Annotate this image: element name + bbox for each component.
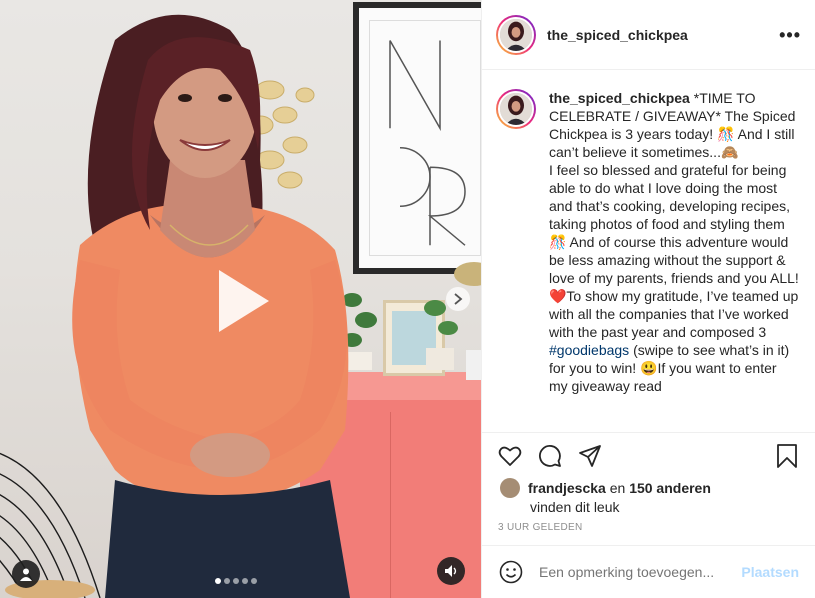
post-media[interactable] (0, 0, 481, 598)
caption-text: the_spiced_chickpea *TIME TO CELEBRATE /… (549, 89, 799, 395)
hashtag-link[interactable]: #goodiebags (549, 342, 629, 358)
post-header: the_spiced_chickpea ••• (482, 0, 815, 70)
caption-part-2: I feel so blessed and grateful for being… (549, 162, 799, 340)
avatar[interactable] (496, 14, 536, 55)
bookmark-icon[interactable] (773, 442, 801, 470)
carousel-dot (242, 578, 248, 584)
heart-icon[interactable] (496, 442, 524, 470)
comment-bar: Plaatsen (482, 545, 815, 598)
post-comment-button[interactable]: Plaatsen (741, 564, 799, 580)
comment-input[interactable] (539, 564, 742, 580)
lamp (454, 262, 481, 380)
post-details-panel: the_spiced_chickpea ••• the_spiced_chick… (481, 0, 815, 598)
play-icon[interactable] (207, 266, 277, 336)
sound-icon[interactable] (437, 557, 465, 585)
carousel-dot (224, 578, 230, 584)
more-horizontal-icon[interactable]: ••• (779, 26, 801, 44)
caption-username[interactable]: the_spiced_chickpea (549, 90, 690, 106)
carousel-dot (251, 578, 257, 584)
emoji-icon[interactable] (498, 559, 524, 585)
comment-icon[interactable] (536, 442, 564, 470)
likes-connector: en (605, 480, 630, 496)
share-icon[interactable] (576, 442, 604, 470)
liker-username[interactable]: frandjescka (528, 480, 606, 496)
header-username[interactable]: the_spiced_chickpea (547, 27, 779, 43)
caption-area: the_spiced_chickpea *TIME TO CELEBRATE /… (482, 71, 815, 432)
liker-avatar[interactable] (500, 478, 520, 498)
action-bar (482, 432, 815, 478)
post-timestamp[interactable]: 3 uur geleden (498, 522, 582, 533)
person-photo (72, 14, 350, 598)
user-tag-icon[interactable] (12, 560, 40, 588)
carousel-dot (233, 578, 239, 584)
next-arrow-icon[interactable] (446, 287, 470, 311)
caption-avatar[interactable] (496, 89, 536, 129)
likes-others-link[interactable]: 150 anderen (629, 480, 711, 496)
carousel-indicator (215, 578, 257, 584)
carousel-dot (215, 578, 221, 584)
likes-summary: frandjescka en 150 anderen vinden dit le… (500, 478, 801, 516)
likes-suffix: vinden dit leuk (530, 499, 620, 515)
